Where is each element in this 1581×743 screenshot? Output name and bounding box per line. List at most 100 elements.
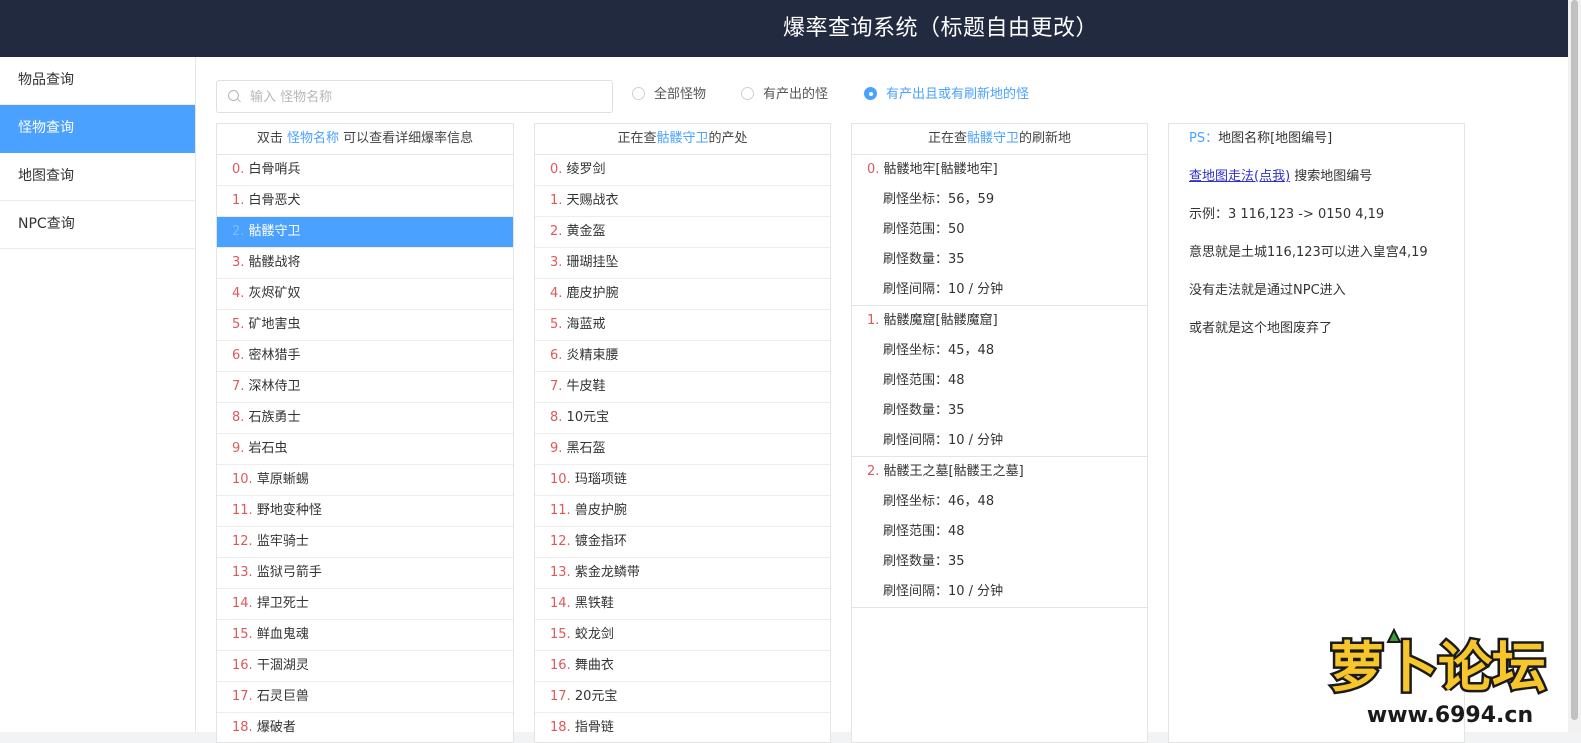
drop-row[interactable]: 5. 海蓝戒 [535,310,830,341]
monster-row[interactable]: 2. 骷髅守卫 [217,217,513,248]
monster-row[interactable]: 15. 鲜血鬼魂 [217,620,513,651]
drop-row[interactable]: 10. 玛瑙项链 [535,465,830,496]
radio-circle[interactable] [632,87,645,100]
monster-row[interactable]: 8. 石族勇士 [217,403,513,434]
monster-row[interactable]: 6. 密林猎手 [217,341,513,372]
monster-name: 监牢骑士 [256,534,309,549]
monster-row[interactable]: 13. 监狱弓箭手 [217,558,513,589]
monster-name: 矿地害虫 [248,317,301,332]
monster-row[interactable]: 11. 野地变种怪 [217,496,513,527]
drop-row[interactable]: 18. 指骨链 [535,713,830,742]
row-index: 9. [550,441,563,456]
drop-row[interactable]: 14. 黑铁鞋 [535,589,830,620]
monster-name: 岩石虫 [248,441,288,456]
note-line: 没有走法就是通过NPC进入 [1189,283,1346,298]
spawn-detail-line: 刷怪数量：35 [883,554,965,569]
drop-row[interactable]: 16. 舞曲衣 [535,651,830,682]
header-suffix: 可以查看详细爆率信息 [343,131,474,146]
monster-row[interactable]: 12. 监牢骑士 [217,527,513,558]
row-index: 15. [232,627,253,642]
row-index: 16. [232,658,253,673]
monster-row[interactable]: 4. 灰烬矿奴 [217,279,513,310]
header-highlight: 怪物名称 [286,131,339,146]
monster-row[interactable]: 0. 白骨哨兵 [217,155,513,186]
monster-row[interactable]: 5. 矿地害虫 [217,310,513,341]
note-line: 意思就是土城116,123可以进入皇宫4,19 [1189,245,1428,260]
spawn-map-block: 2. 骷髅王之墓[骷髅王之墓] 刷怪坐标：46，48 刷怪范围：48 刷怪数量：35 刷… [852,457,1147,608]
radio-label: 有产出的怪 [763,87,829,102]
app-header: 爆率查询系统（标题自由更改） [0,0,1581,57]
monster-row[interactable]: 17. 石灵巨兽 [217,682,513,713]
row-index: 18. [232,720,253,735]
spawn-detail-line: 刷怪间隔：10 / 分钟 [883,433,1004,448]
monster-row[interactable]: 3. 骷髅战将 [217,248,513,279]
monster-row[interactable]: 1. 白骨恶犬 [217,186,513,217]
sidebar-item-2[interactable]: 地图查询 [0,153,195,201]
row-index: 14. [550,596,571,611]
sidebar-item-3[interactable]: NPC查询 [0,201,195,249]
item-name: 黑石盔 [566,441,606,456]
drop-row[interactable]: 11. 兽皮护腕 [535,496,830,527]
monster-row[interactable]: 16. 干涸湖灵 [217,651,513,682]
monster-name: 白骨恶犬 [248,193,301,208]
monster-row[interactable]: 10. 草原蜥蜴 [217,465,513,496]
search-box[interactable] [216,80,613,114]
header-suffix: 的刷新地 [1019,131,1072,146]
search-input[interactable] [248,81,607,114]
radio-label: 有产出且或有刷新地的怪 [886,87,1030,102]
sidebar-item-0[interactable]: 物品查询 [0,57,195,105]
row-index: 10. [232,472,253,487]
drop-row[interactable]: 0. 绫罗剑 [535,155,830,186]
drop-row[interactable]: 9. 黑石盔 [535,434,830,465]
drops-panel: 正在查骷髅守卫的产处 0. 绫罗剑 1. 天赐战衣 2. 黄金盔 3. 珊瑚挂坠 4. … [534,123,831,743]
scrollbar-thumb[interactable] [1571,0,1578,720]
drop-row[interactable]: 15. 蛟龙剑 [535,620,830,651]
drop-row[interactable]: 12. 镀金指环 [535,527,830,558]
monster-name: 灰烬矿奴 [248,286,301,301]
spawn-map-title[interactable]: 1. 骷髅魔窟[骷髅魔窟] [852,306,1147,336]
spawn-panel-header: 正在查骷髅守卫的刷新地 [852,124,1147,155]
monster-name: 干涸湖灵 [256,658,309,673]
drop-row[interactable]: 4. 鹿皮护腕 [535,279,830,310]
page-scrollbar[interactable] [1568,0,1581,732]
drops-panel-header: 正在查骷髅守卫的产处 [535,124,830,155]
monster-name: 捍卫死士 [256,596,309,611]
spawn-map-title[interactable]: 0. 骷髅地牢[骷髅地牢] [852,155,1147,185]
row-index: 4. [232,286,245,301]
drop-row[interactable]: 6. 炎精束腰 [535,341,830,372]
monster-row[interactable]: 14. 捍卫死士 [217,589,513,620]
map-route-link[interactable]: 查地图走法(点我) [1189,169,1290,184]
monster-row[interactable]: 7. 深林侍卫 [217,372,513,403]
radio-circle[interactable] [864,87,877,100]
forum-watermark-logo: 萝卜论坛 www.6994.cn [1328,627,1549,728]
drop-row[interactable]: 1. 天赐战衣 [535,186,830,217]
row-index: 14. [232,596,253,611]
monster-row[interactable]: 18. 爆破者 [217,713,513,742]
row-index: 17. [232,689,253,704]
item-name: 玛瑙项链 [574,472,627,487]
spawn-detail-line: 刷怪数量：35 [883,403,965,418]
drop-row[interactable]: 17. 20元宝 [535,682,830,713]
monster-name: 爆破者 [256,720,296,735]
item-name: 炎精束腰 [566,348,619,363]
item-name: 镀金指环 [574,534,627,549]
monster-name: 深林侍卫 [248,379,301,394]
spawn-list: 0. 骷髅地牢[骷髅地牢] 刷怪坐标：56，59 刷怪范围：50 刷怪数量：35 刷怪间… [852,155,1147,608]
sidebar-item-1[interactable]: 怪物查询 [0,105,195,153]
radio-circle[interactable] [741,87,754,100]
note-ps: PS：地图名称[地图编号] [1169,124,1464,162]
monster-name: 监狱弓箭手 [256,565,322,580]
header-highlight: 骷髅守卫 [656,131,709,146]
drop-row[interactable]: 13. 紫金龙鳞带 [535,558,830,589]
monster-row[interactable]: 9. 岩石虫 [217,434,513,465]
spawn-map-title[interactable]: 2. 骷髅王之墓[骷髅王之墓] [852,457,1147,487]
search-icon [228,90,239,101]
monster-name: 骷髅守卫 [248,224,301,239]
drop-row[interactable]: 7. 牛皮鞋 [535,372,830,403]
ps-label: PS： [1189,131,1219,146]
drop-row[interactable]: 3. 珊瑚挂坠 [535,248,830,279]
spawn-detail-line: 刷怪数量：35 [883,252,965,267]
drop-row[interactable]: 2. 黄金盔 [535,217,830,248]
drop-row[interactable]: 8. 10元宝 [535,403,830,434]
page-title: 爆率查询系统（标题自由更改） [783,16,1099,41]
